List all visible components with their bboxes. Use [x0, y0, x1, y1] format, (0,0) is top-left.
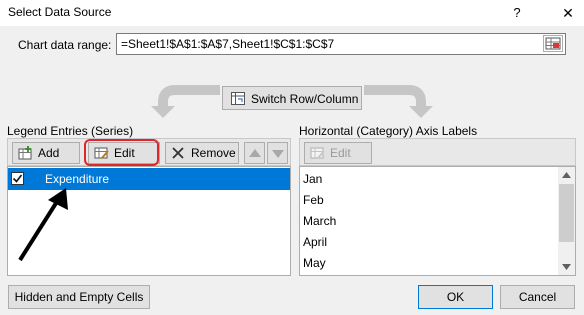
edit-axis-label: Edit — [330, 146, 351, 160]
help-button[interactable]: ? — [505, 2, 529, 24]
annotation-arrow-icon — [18, 188, 68, 262]
series-label: Expenditure — [45, 172, 110, 186]
hidden-and-empty-cells-button[interactable]: Hidden and Empty Cells — [8, 285, 150, 309]
list-item: Feb — [303, 193, 324, 207]
move-down-button[interactable] — [267, 142, 288, 164]
remove-x-icon — [172, 147, 184, 159]
list-item: April — [303, 235, 328, 249]
switch-icon — [231, 92, 245, 105]
edit-axis-button[interactable]: Edit — [304, 142, 372, 164]
switch-row-column-button[interactable]: Switch Row/Column — [222, 86, 362, 110]
switch-row-column-label: Switch Row/Column — [251, 92, 359, 106]
axis-labels-heading: Horizontal (Category) Axis Labels — [299, 124, 478, 138]
close-button[interactable]: ✕ — [555, 2, 581, 24]
chart-data-range-label: Chart data range: — [18, 38, 112, 52]
add-label: Add — [38, 146, 60, 160]
axis-labels-list[interactable]: Jan Feb March April May — [299, 166, 576, 276]
chart-data-range-input[interactable] — [116, 33, 566, 55]
edit-icon — [310, 147, 325, 159]
range-select-icon — [545, 37, 561, 50]
list-item: March — [303, 214, 337, 228]
scroll-down-icon[interactable] — [562, 264, 571, 270]
move-down-icon — [272, 150, 284, 158]
remove-series-button[interactable]: Remove — [165, 142, 239, 164]
axis-toolbar: Edit — [299, 138, 576, 166]
move-up-icon — [249, 149, 261, 157]
scroll-up-icon[interactable] — [562, 172, 571, 178]
cancel-button[interactable]: Cancel — [500, 285, 575, 309]
right-curved-arrow-icon — [364, 85, 433, 118]
left-curved-arrow-icon — [151, 85, 220, 118]
remove-label: Remove — [191, 146, 236, 160]
ok-button[interactable]: OK — [418, 285, 493, 309]
add-icon — [18, 146, 32, 160]
list-item: Jan — [303, 172, 323, 186]
axis-list-scrollbar[interactable] — [558, 167, 575, 275]
list-item: May — [303, 256, 326, 270]
series-checkbox[interactable] — [11, 172, 24, 185]
move-up-button[interactable] — [244, 142, 265, 164]
edit-highlight-outline — [84, 139, 159, 166]
dialog-title: Select Data Source — [8, 5, 112, 19]
legend-entries-heading: Legend Entries (Series) — [7, 124, 134, 138]
checkmark-icon — [12, 174, 23, 183]
add-series-button[interactable]: Add — [12, 142, 80, 164]
collapse-dialog-button[interactable] — [543, 35, 563, 52]
scroll-thumb[interactable] — [559, 184, 574, 242]
